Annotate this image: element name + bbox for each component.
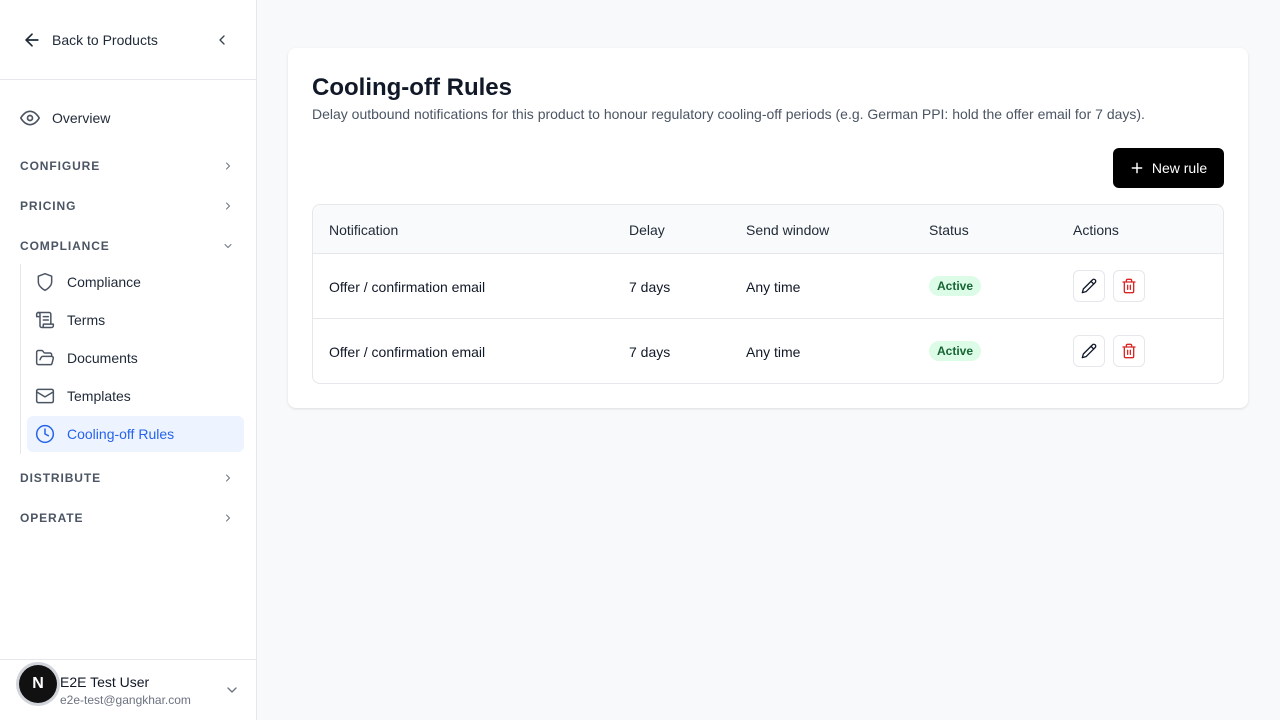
column-header-actions: Actions <box>1073 222 1119 238</box>
eye-icon <box>20 110 40 126</box>
mail-icon <box>35 388 55 404</box>
sidebar-item-label: Cooling-off Rules <box>67 426 175 442</box>
cell-notification: Offer / confirmation email <box>329 344 486 360</box>
pencil-icon <box>1081 278 1097 294</box>
table-row: Offer / confirmation email 7 days Any ti… <box>313 319 1223 383</box>
sidebar-item-label: Templates <box>67 388 131 404</box>
chevron-right-icon <box>226 514 230 522</box>
column-header-send-window: Send window <box>746 222 830 238</box>
user-menu[interactable]: N E2E Test User e2e-test@gangkhar.com <box>0 659 256 720</box>
back-to-products-link[interactable]: Back to Products <box>22 28 158 52</box>
sidebar-header: Back to Products <box>0 0 256 80</box>
user-email: e2e-test@gangkhar.com <box>60 693 191 707</box>
section-label: CONFIGURE <box>20 159 101 173</box>
back-to-products-label: Back to Products <box>52 32 158 48</box>
new-rule-label: New rule <box>1151 160 1208 176</box>
new-rule-button[interactable]: New rule <box>1113 148 1224 188</box>
section-operate[interactable]: OPERATE <box>20 508 234 528</box>
shield-icon <box>37 272 53 292</box>
chevron-left-icon <box>219 35 225 45</box>
status-badge: Active <box>929 341 982 361</box>
scroll-icon <box>35 311 55 329</box>
chevron-down-icon <box>224 244 232 248</box>
user-name: E2E Test User <box>60 674 150 690</box>
rules-table: Notification Delay Send window Status Ac… <box>312 204 1224 384</box>
clock-icon <box>35 424 55 444</box>
collapse-sidebar-button[interactable] <box>212 30 232 50</box>
column-header-delay: Delay <box>629 222 665 238</box>
cell-send-window: Any time <box>746 344 801 360</box>
pencil-icon <box>1081 343 1097 359</box>
delete-button[interactable] <box>1113 270 1145 302</box>
section-configure[interactable]: CONFIGURE <box>20 156 234 176</box>
submenu-rail <box>20 264 21 454</box>
delete-button[interactable] <box>1113 335 1145 367</box>
trash-icon <box>1122 343 1136 359</box>
edit-button[interactable] <box>1073 270 1105 302</box>
sidebar-item-terms[interactable]: Terms <box>27 302 244 338</box>
sidebar-item-label: Documents <box>67 350 138 366</box>
section-label: COMPLIANCE <box>20 239 110 253</box>
chevron-right-icon <box>226 162 230 170</box>
sidebar-item-label: Overview <box>52 110 111 126</box>
sidebar-item-label: Terms <box>67 312 106 328</box>
status-badge: Active <box>929 276 982 296</box>
edit-button[interactable] <box>1073 335 1105 367</box>
chevron-right-icon <box>226 202 230 210</box>
sidebar: Back to Products Overview CONFIGURE PRIC… <box>0 0 257 720</box>
section-pricing[interactable]: PRICING <box>20 196 234 216</box>
section-label: PRICING <box>20 199 77 213</box>
chevron-right-icon <box>226 474 230 482</box>
page-description: Delay outbound notifications for this pr… <box>312 106 1145 122</box>
avatar: N <box>19 665 57 703</box>
sidebar-item-cooling-off-rules[interactable]: Cooling-off Rules <box>27 416 244 452</box>
sidebar-item-documents[interactable]: Documents <box>27 340 244 376</box>
sidebar-item-templates[interactable]: Templates <box>27 378 244 414</box>
cell-delay: 7 days <box>629 279 671 295</box>
chevron-down-icon[interactable] <box>224 682 240 698</box>
cell-send-window: Any time <box>746 279 801 295</box>
section-distribute[interactable]: DISTRIBUTE <box>20 468 234 488</box>
folder-icon <box>35 349 55 366</box>
sidebar-item-compliance[interactable]: Compliance <box>27 264 244 300</box>
section-label: OPERATE <box>20 511 84 525</box>
plus-icon <box>1131 162 1143 174</box>
cell-notification: Offer / confirmation email <box>329 279 486 295</box>
arrow-left-icon <box>25 33 39 47</box>
table-row: Offer / confirmation email 7 days Any ti… <box>313 254 1223 319</box>
section-compliance[interactable]: COMPLIANCE <box>20 236 234 256</box>
sidebar-item-overview[interactable]: Overview <box>20 108 110 128</box>
column-header-notification: Notification <box>329 222 399 238</box>
column-header-status: Status <box>929 222 969 238</box>
cell-delay: 7 days <box>629 344 671 360</box>
sidebar-item-label: Compliance <box>67 274 141 290</box>
cooling-off-rules-card: Cooling-off Rules Delay outbound notific… <box>288 48 1248 408</box>
section-label: DISTRIBUTE <box>20 471 101 485</box>
page-title: Cooling-off Rules <box>312 74 512 101</box>
table-header: Notification Delay Send window Status Ac… <box>313 205 1223 254</box>
trash-icon <box>1122 278 1136 294</box>
